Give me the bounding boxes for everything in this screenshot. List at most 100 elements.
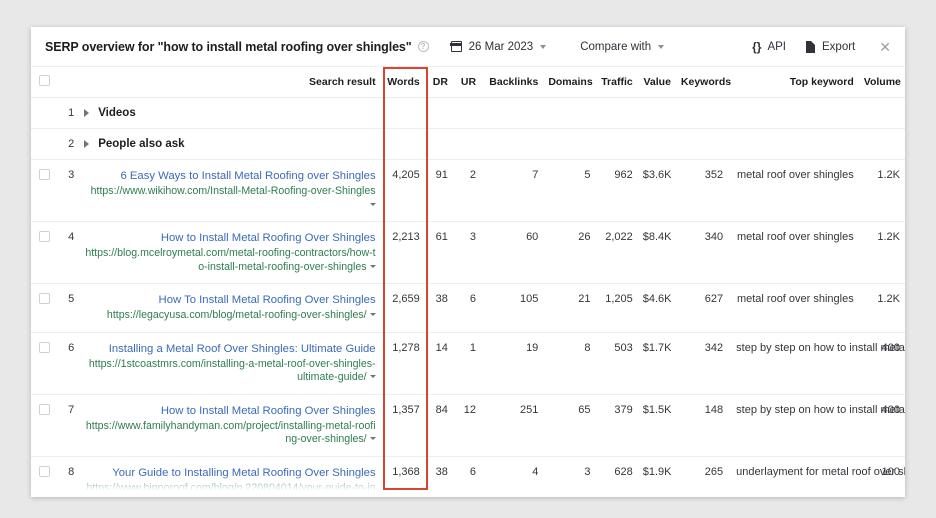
keywords-value[interactable]: 627	[675, 283, 729, 333]
table-row[interactable]: 2 People also ask	[31, 128, 905, 160]
result-title-link[interactable]: 6 Easy Ways to Install Metal Roofing ove…	[84, 169, 375, 183]
select-all-cell	[31, 67, 56, 98]
backlinks-value[interactable]: 105	[481, 283, 544, 333]
traffic-value: 503	[595, 332, 638, 395]
table-row[interactable]: 5 How To Install Metal Roofing Over Shing…	[31, 283, 905, 333]
row-checkbox[interactable]	[39, 465, 51, 477]
top-keyword-value[interactable]: metal roof over shingles	[728, 159, 859, 222]
result-title-link[interactable]: Installing a Metal Roof Over Shingles: U…	[84, 342, 376, 356]
traffic-value: 2,022	[595, 221, 638, 284]
col-keywords[interactable]: Keywords	[675, 67, 731, 98]
row-checkbox[interactable]	[39, 231, 51, 242]
row-checkbox[interactable]	[39, 403, 51, 415]
result-url-text: https://legacyusa.com/blog/metal-roofing…	[106, 309, 367, 321]
col-traffic[interactable]: Traffic	[595, 67, 638, 98]
chevron-down-icon[interactable]	[369, 202, 376, 206]
top-keyword-value[interactable]: underlayment for metal roof over shingle…	[728, 456, 905, 497]
row-checkbox[interactable]	[39, 293, 51, 304]
col-search-result[interactable]: Search result	[79, 67, 381, 98]
table-row[interactable]: 8 Your Guide to Installing Metal Roofing …	[31, 456, 905, 497]
traffic-value: 379	[595, 394, 638, 457]
chevron-down-icon[interactable]	[369, 264, 376, 268]
result-url[interactable]: https://1stcoastmrs.com/installing-a-met…	[84, 358, 376, 385]
header-actions: {} API Export ✕	[752, 40, 891, 54]
keywords-value[interactable]: 148	[675, 394, 729, 457]
volume-value: 1.2K	[858, 283, 905, 333]
chevron-down-icon	[658, 44, 665, 49]
table-row[interactable]: 7 How to Install Metal Roofing Over Shing…	[31, 394, 905, 457]
backlinks-value[interactable]: 19	[481, 332, 544, 395]
close-icon[interactable]: ✕	[879, 40, 891, 54]
row-checkbox[interactable]	[39, 341, 51, 353]
backlinks-value[interactable]: 4	[481, 456, 544, 497]
domains-value[interactable]: 5	[543, 159, 596, 222]
export-button[interactable]: Export	[806, 40, 856, 53]
domains-value[interactable]: 21	[543, 283, 596, 333]
table-row[interactable]: 3 6 Easy Ways to Install Metal Roofing ov…	[31, 159, 905, 222]
rank-number: 2	[55, 128, 80, 160]
result-url[interactable]: https://www.hipporoof.com/blog/p.2208040…	[84, 482, 375, 498]
expand-arrow-icon[interactable]	[84, 140, 90, 148]
top-keyword-value[interactable]: step by step on how to install metal roo…	[728, 332, 905, 395]
api-label: API	[767, 40, 787, 53]
backlinks-value[interactable]: 251	[481, 394, 544, 457]
chevron-down-icon[interactable]	[369, 437, 376, 440]
col-ur[interactable]: UR	[452, 67, 482, 98]
col-words[interactable]: Words	[380, 67, 425, 98]
result-url[interactable]: https://legacyusa.com/blog/metal-roofing…	[84, 309, 376, 323]
volume-value: 1.2K	[858, 159, 905, 222]
row-checkbox[interactable]	[39, 169, 51, 180]
result-title-link[interactable]: How To Install Metal Roofing Over Shingl…	[84, 293, 376, 307]
value-value: $1.5K	[637, 394, 676, 457]
rank-number: 3	[55, 159, 80, 222]
compare-with-dropdown[interactable]: Compare with	[580, 40, 665, 53]
col-dr[interactable]: DR	[424, 67, 453, 98]
result-title-link[interactable]: How to Install Metal Roofing Over Shingl…	[84, 231, 376, 245]
table-row[interactable]: 1 Videos	[31, 97, 905, 129]
domains-value[interactable]: 8	[543, 332, 596, 395]
export-label: Export	[822, 40, 856, 53]
top-keyword-value[interactable]: metal roof over shingles	[728, 283, 859, 333]
table-header-row: Search result Words DR UR Backlinks Doma…	[31, 67, 905, 98]
result-title-link[interactable]: Your Guide to Installing Metal Roofing O…	[84, 466, 375, 480]
keywords-value[interactable]: 342	[675, 332, 729, 395]
col-domains[interactable]: Domains	[543, 67, 596, 98]
volume-value: 1.2K	[858, 221, 905, 284]
col-top-keyword[interactable]: Top keyword	[728, 67, 859, 98]
search-result-cell: How to Install Metal Roofing Over Shingl…	[79, 221, 381, 284]
words-value: 1,357	[380, 394, 425, 457]
top-keyword-value[interactable]: metal roof over shingles	[728, 221, 859, 284]
row-checkbox-cell	[31, 159, 56, 222]
keywords-value[interactable]: 340	[675, 221, 729, 284]
col-value[interactable]: Value	[637, 67, 676, 98]
group-cell[interactable]: People also ask	[79, 128, 905, 160]
row-checkbox-cell	[31, 128, 56, 160]
select-all-checkbox[interactable]	[39, 75, 51, 86]
col-backlinks[interactable]: Backlinks	[481, 67, 544, 98]
info-icon[interactable]: ?	[417, 41, 429, 52]
expand-arrow-icon[interactable]	[84, 109, 90, 117]
result-title-link[interactable]: How to Install Metal Roofing Over Shingl…	[84, 404, 376, 418]
col-volume[interactable]: Volume	[858, 67, 905, 98]
result-url[interactable]: https://blog.mcelroymetal.com/metal-roof…	[84, 247, 376, 274]
chevron-down-icon[interactable]	[369, 375, 376, 378]
result-url[interactable]: https://www.wikihow.com/Install-Metal-Ro…	[84, 185, 376, 212]
top-keyword-value[interactable]: step by step on how to install metal roo…	[728, 394, 905, 457]
result-url[interactable]: https://www.familyhandyman.com/project/i…	[84, 419, 376, 447]
search-result-cell: Your Guide to Installing Metal Roofing O…	[79, 456, 381, 498]
keywords-value[interactable]: 352	[675, 159, 729, 222]
keywords-value[interactable]: 265	[675, 456, 729, 497]
table-row[interactable]: 6 Installing a Metal Roof Over Shingles: …	[31, 332, 905, 395]
backlinks-value[interactable]: 7	[481, 159, 544, 222]
api-button[interactable]: {} API	[752, 40, 786, 54]
group-cell[interactable]: Videos	[79, 97, 905, 129]
compare-with-label: Compare with	[580, 40, 652, 53]
domains-value[interactable]: 26	[543, 221, 596, 284]
chevron-down-icon[interactable]	[369, 313, 376, 316]
date-picker[interactable]: 26 Mar 2023	[450, 41, 547, 53]
table-row[interactable]: 4 How to Install Metal Roofing Over Shing…	[31, 221, 905, 284]
backlinks-value[interactable]: 60	[481, 221, 544, 284]
domains-value[interactable]: 65	[543, 394, 596, 457]
domains-value[interactable]: 3	[543, 456, 596, 497]
result-url-text: https://www.familyhandyman.com/project/i…	[85, 419, 376, 446]
